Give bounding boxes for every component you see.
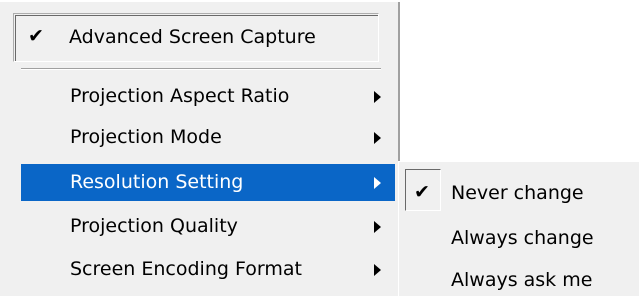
menu-item-label: Projection Mode — [70, 126, 222, 148]
submenu-item-never-change[interactable]: ✔ Never change — [399, 170, 639, 210]
submenu-item-always-change[interactable]: Always change — [399, 215, 639, 255]
context-menu: ✔ Advanced Screen Capture Projection Asp… — [0, 0, 400, 296]
screen: ✔ Advanced Screen Capture Projection Asp… — [0, 0, 639, 296]
checkmark-icon: ✔ — [28, 25, 44, 47]
menu-item-screen-encoding-format[interactable]: Screen Encoding Format — [21, 251, 395, 288]
submenu-item-always-ask-me[interactable]: Always ask me — [399, 257, 639, 296]
chevron-right-icon — [374, 132, 381, 144]
menu-top-highlight — [0, 0, 400, 2]
menu-item-resolution-setting[interactable]: Resolution Setting — [21, 164, 395, 201]
submenu-item-label: Never change — [451, 182, 584, 204]
menu-separator — [21, 68, 381, 70]
checkmark-icon: ✔ — [414, 181, 430, 203]
menu-item-projection-aspect-ratio[interactable]: Projection Aspect Ratio — [21, 78, 395, 115]
menu-item-label: Projection Aspect Ratio — [70, 85, 290, 107]
menu-item-projection-mode[interactable]: Projection Mode — [21, 119, 395, 156]
menu-item-label: Projection Quality — [70, 215, 238, 237]
menu-item-advanced-screen-capture[interactable]: ✔ Advanced Screen Capture — [13, 13, 379, 62]
menu-item-label: Screen Encoding Format — [70, 258, 302, 280]
chevron-right-icon — [374, 177, 381, 189]
resolution-submenu: ✔ Never change Always change Always ask … — [398, 161, 639, 296]
menu-item-label: Resolution Setting — [70, 171, 244, 193]
submenu-item-label: Always ask me — [451, 269, 593, 291]
menu-item-label: Advanced Screen Capture — [69, 26, 316, 48]
menu-item-projection-quality[interactable]: Projection Quality — [21, 208, 395, 245]
chevron-right-icon — [374, 221, 381, 233]
chevron-right-icon — [374, 91, 381, 103]
chevron-right-icon — [374, 264, 381, 276]
submenu-item-label: Always change — [451, 227, 594, 249]
